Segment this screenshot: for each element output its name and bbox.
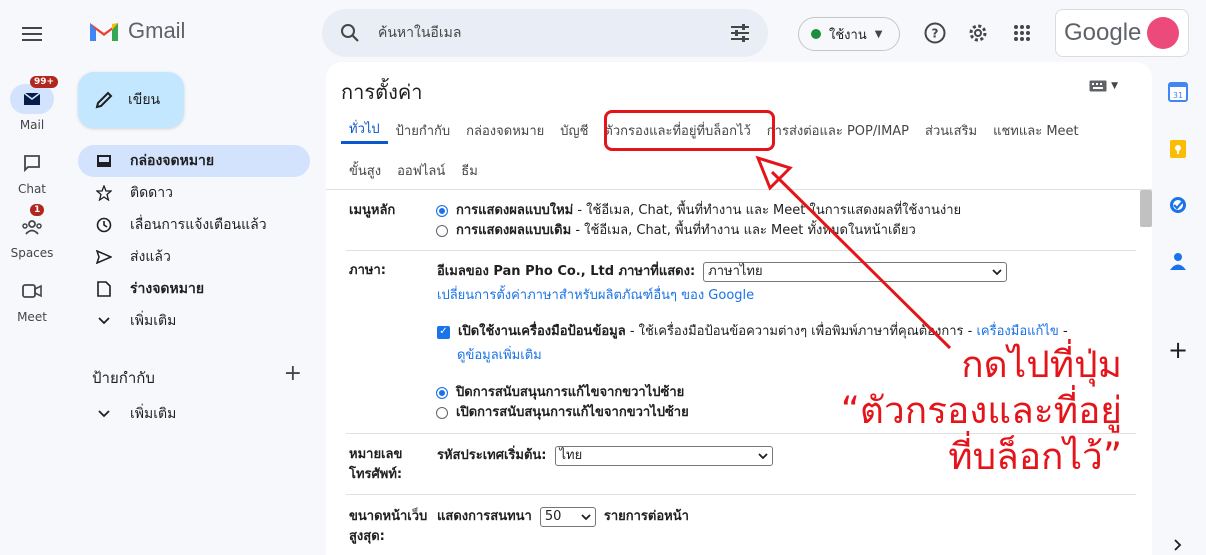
annotation-line-2: “ตัวกรองและที่อยู่	[840, 389, 1122, 432]
annotation-line-1: กดไปที่ปุ่ม	[961, 343, 1122, 386]
annotation-text: กดไปที่ปุ่ม “ตัวกรองและที่อยู่ ที่บล็อกไ…	[830, 342, 1122, 480]
annotation-line-3: ที่บล็อกไว้”	[948, 435, 1122, 478]
